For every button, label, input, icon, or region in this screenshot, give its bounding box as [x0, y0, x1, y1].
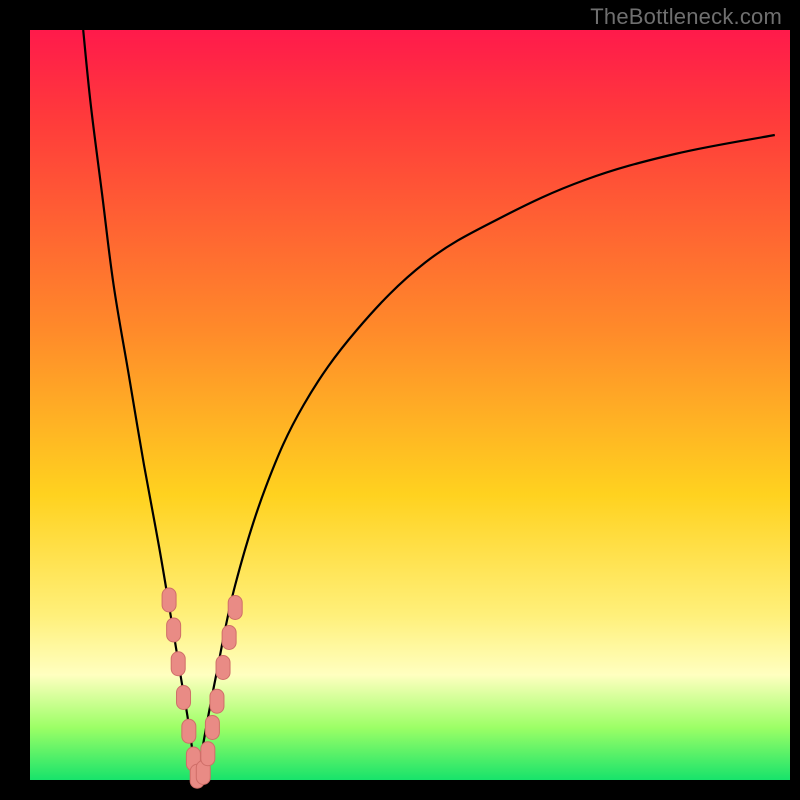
chart-frame: TheBottleneck.com [0, 0, 800, 800]
data-marker [201, 742, 215, 766]
data-marker [210, 689, 224, 713]
curve-right-branch [197, 135, 775, 780]
watermark-text: TheBottleneck.com [590, 4, 782, 30]
data-marker [205, 716, 219, 740]
chart-svg [0, 0, 800, 800]
data-marker [177, 686, 191, 710]
data-marker [182, 719, 196, 743]
marker-group [162, 588, 242, 788]
data-marker [228, 596, 242, 620]
data-marker [162, 588, 176, 612]
data-marker [216, 656, 230, 680]
data-marker [171, 652, 185, 676]
data-marker [167, 618, 181, 642]
data-marker [222, 626, 236, 650]
